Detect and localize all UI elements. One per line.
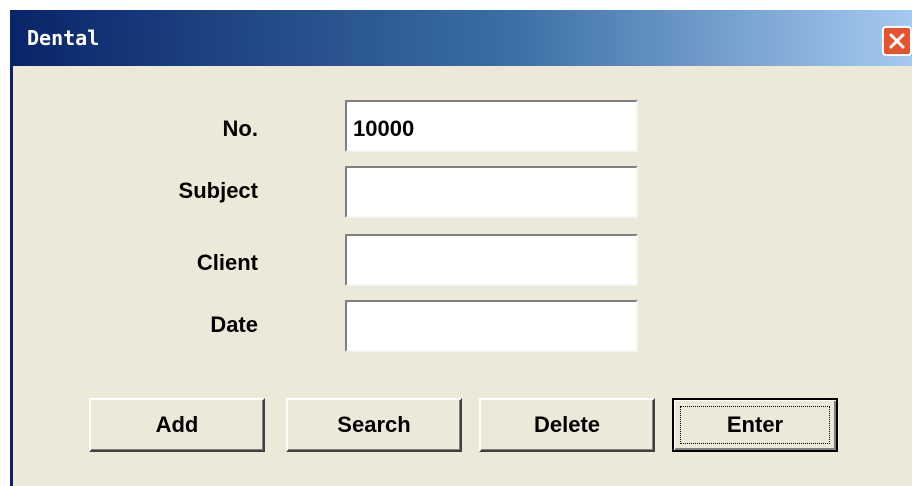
date-label: Date <box>210 312 258 337</box>
dental-window: Dental No. Subject Client Date Add Searc… <box>10 10 912 486</box>
search-button[interactable]: Search <box>286 398 462 452</box>
client-field[interactable] <box>345 234 638 286</box>
close-icon <box>889 33 905 49</box>
enter-button-label: Enter <box>726 412 784 437</box>
no-field[interactable] <box>345 100 638 152</box>
window-title: Dental <box>27 26 100 50</box>
subject-field[interactable] <box>345 166 638 218</box>
search-button-label: Search <box>337 412 411 437</box>
subject-label: Subject <box>178 178 258 203</box>
close-button[interactable] <box>882 26 912 56</box>
add-button-label: Add <box>155 412 199 437</box>
no-label: No. <box>222 116 258 141</box>
enter-button[interactable]: Enter <box>672 398 838 452</box>
delete-button-label: Delete <box>533 412 601 437</box>
delete-button[interactable]: Delete <box>479 398 655 452</box>
date-field[interactable] <box>345 300 638 352</box>
client-label: Client <box>196 250 258 275</box>
add-button[interactable]: Add <box>89 398 265 452</box>
title-bar[interactable]: Dental <box>13 10 912 66</box>
